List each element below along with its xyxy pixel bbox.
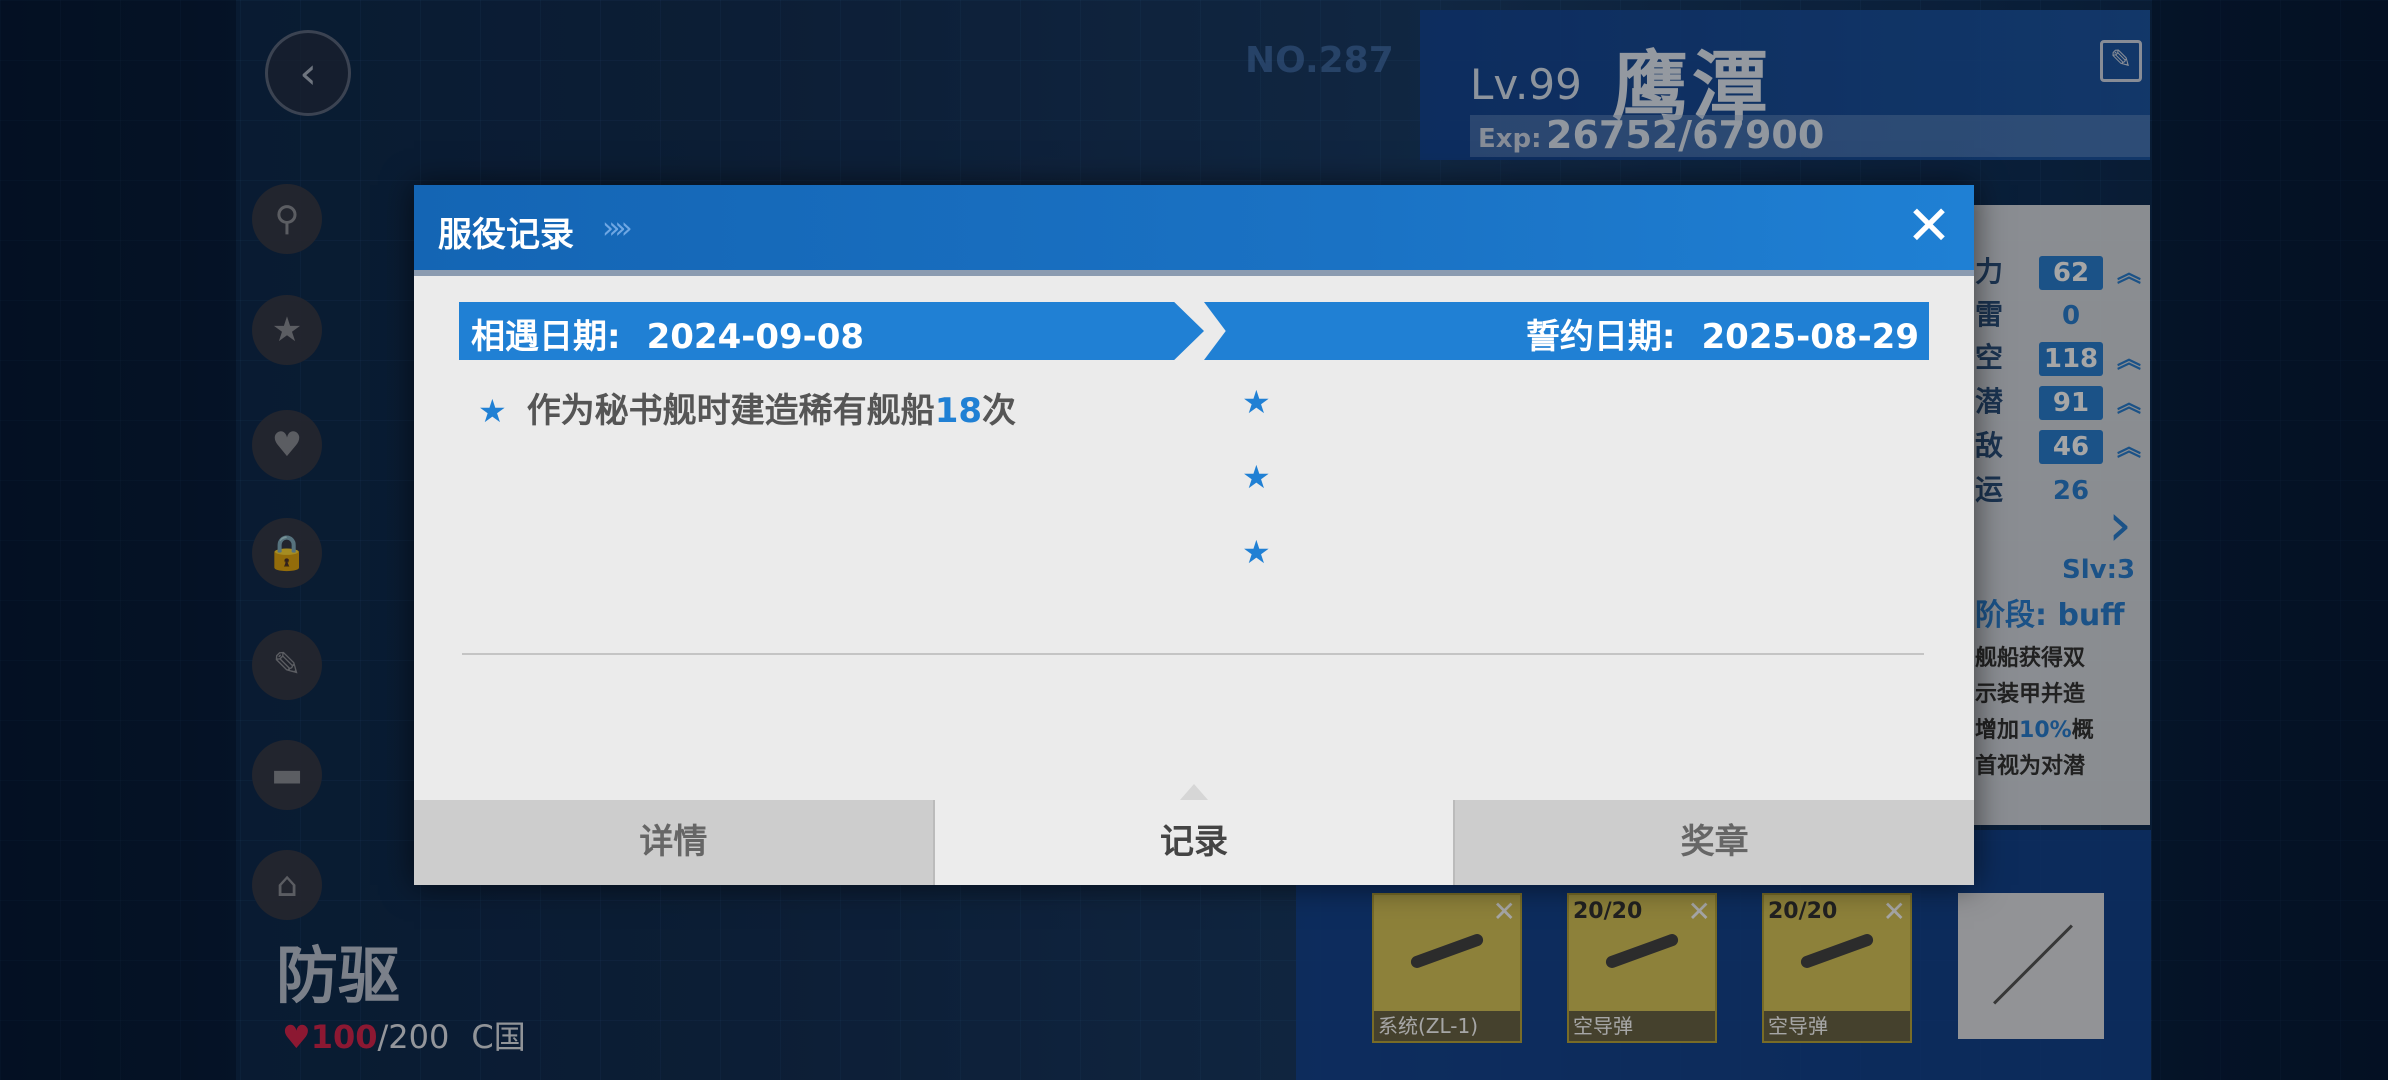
star-icon: ★ <box>478 392 507 430</box>
tab-medals[interactable]: 奖章 <box>1455 800 1975 885</box>
service-record-dialog: 服役记录 »» ✕ 相遇日期: 2024-09-08 誓约日期: 2025-08-2… <box>414 185 1975 885</box>
dialog-title: 服役记录 <box>438 215 574 255</box>
record-item: ★ 作为秘书舰时建造稀有舰船18次 <box>478 391 1017 431</box>
meet-date-value: 2024-09-08 <box>646 317 865 357</box>
dialog-header: 服役记录 »» ✕ <box>414 185 1974 276</box>
tab-bar: 详情 记录 奖章 <box>414 800 1975 885</box>
chevrons-icon: »» <box>602 211 633 246</box>
close-icon: ✕ <box>1906 194 1952 257</box>
oath-date-value: 2025-08-29 <box>1701 317 1919 357</box>
star-icon: ★ <box>1242 533 1271 571</box>
oath-date-bar: 誓约日期: 2025-08-29 <box>1204 302 1929 360</box>
meet-date-label: 相遇日期: <box>471 317 621 357</box>
tab-records[interactable]: 记录 <box>934 800 1456 885</box>
divider <box>462 653 1924 655</box>
star-icon: ★ <box>1242 383 1271 421</box>
star-icon: ★ <box>1242 458 1271 496</box>
active-tab-pointer <box>1180 784 1208 800</box>
close-button[interactable]: ✕ <box>1904 199 1954 253</box>
meet-date-bar: 相遇日期: 2024-09-08 <box>459 302 1204 360</box>
tab-details[interactable]: 详情 <box>414 800 935 885</box>
oath-date-label: 誓约日期: <box>1525 317 1676 357</box>
